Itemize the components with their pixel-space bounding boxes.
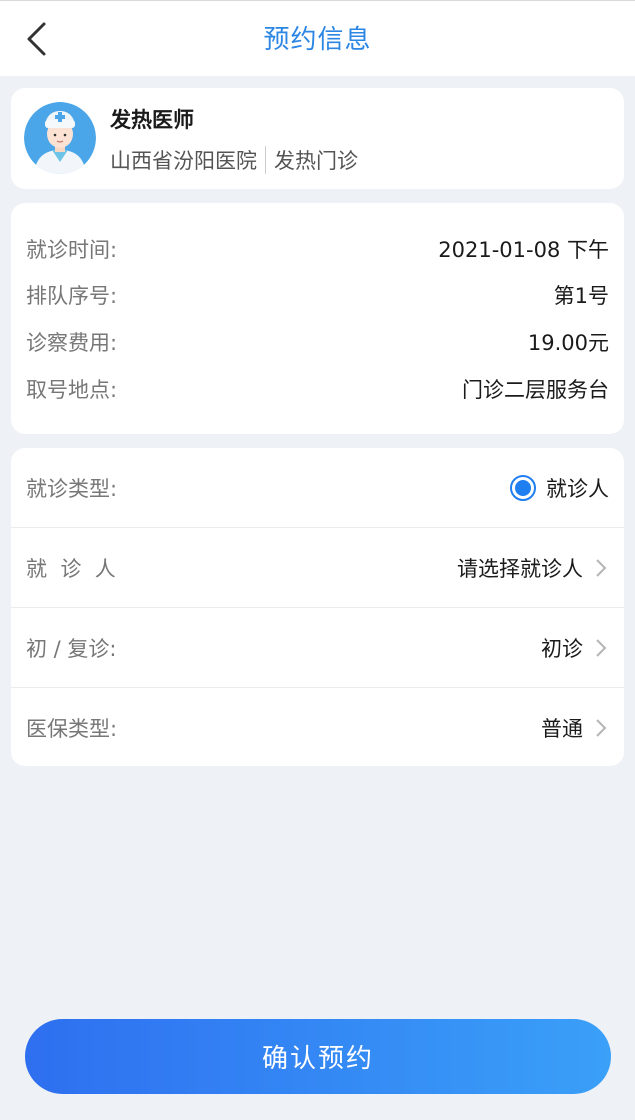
doctor-meta: 山西省汾阳医院 发热门诊 xyxy=(110,145,358,175)
patient-form-card: 就诊类型: 就诊人 就 诊 人 请选择就诊人 初 / 复诊: 初诊 医保类型: … xyxy=(11,448,624,766)
confirm-appointment-button[interactable]: 确认预约 xyxy=(25,1019,611,1094)
chevron-right-icon xyxy=(593,556,609,580)
page-title: 预约信息 xyxy=(263,25,372,55)
visit-kind-row[interactable]: 初 / 复诊: 初诊 xyxy=(11,608,624,688)
department-name: 发热门诊 xyxy=(274,149,358,173)
form-value: 普通 xyxy=(541,717,583,741)
info-value: 第1号 xyxy=(553,284,609,308)
info-row-fee: 诊察费用: 19.00元 xyxy=(26,327,609,357)
form-label: 就 诊 人 xyxy=(26,557,116,581)
info-row-queue: 排队序号: 第1号 xyxy=(26,280,609,310)
info-label: 排队序号: xyxy=(26,284,118,308)
info-value: 门诊二层服务台 xyxy=(462,378,609,402)
form-value: 请选择就诊人 xyxy=(457,557,583,581)
doctor-name: 发热医师 xyxy=(110,108,194,132)
form-label: 初 / 复诊: xyxy=(26,637,117,661)
doctor-card: 发热医师 山西省汾阳医院 发热门诊 xyxy=(11,88,624,189)
info-value: 2021-01-08 下午 xyxy=(438,238,609,262)
radio-selected-icon xyxy=(515,480,531,496)
info-row-time: 就诊时间: 2021-01-08 下午 xyxy=(26,234,609,264)
meta-divider xyxy=(265,146,266,174)
form-label: 就诊类型: xyxy=(26,477,118,501)
form-value: 初诊 xyxy=(541,637,583,661)
hospital-name: 山西省汾阳医院 xyxy=(110,149,257,173)
info-label: 就诊时间: xyxy=(26,238,118,262)
visit-type-row[interactable]: 就诊类型: 就诊人 xyxy=(11,448,624,528)
patient-select-row[interactable]: 就 诊 人 请选择就诊人 xyxy=(11,528,624,608)
form-label: 医保类型: xyxy=(26,717,118,741)
header-bar: 预约信息 xyxy=(0,0,635,76)
form-value: 就诊人 xyxy=(546,477,609,501)
info-label: 取号地点: xyxy=(26,378,118,402)
info-row-location: 取号地点: 门诊二层服务台 xyxy=(26,374,609,404)
insurance-type-row[interactable]: 医保类型: 普通 xyxy=(11,688,624,768)
visit-type-radio[interactable] xyxy=(510,475,536,501)
chevron-right-icon xyxy=(593,636,609,660)
info-label: 诊察费用: xyxy=(26,331,118,355)
appointment-info-card: 就诊时间: 2021-01-08 下午 排队序号: 第1号 诊察费用: 19.0… xyxy=(11,203,624,434)
chevron-right-icon xyxy=(593,716,609,740)
doctor-avatar-icon xyxy=(24,102,96,174)
info-value: 19.00元 xyxy=(527,331,609,355)
